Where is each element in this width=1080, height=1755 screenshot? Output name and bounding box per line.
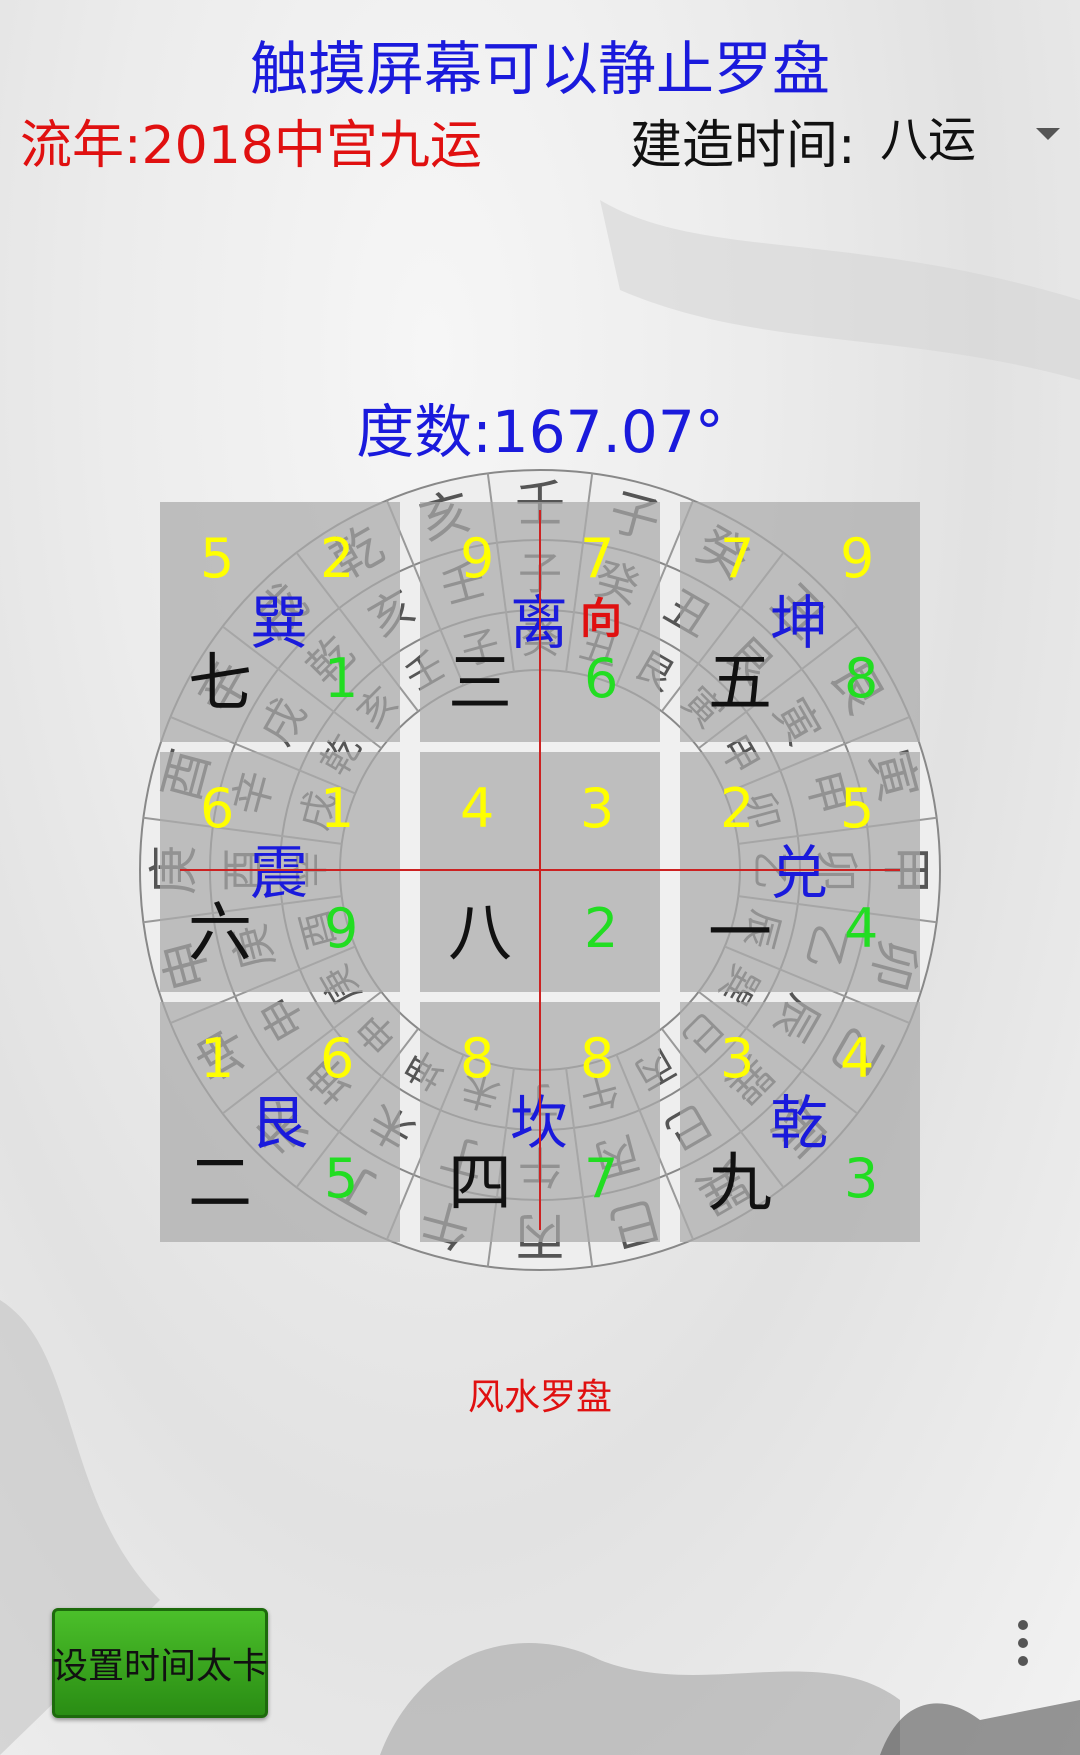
facing-star: 1 — [320, 777, 355, 840]
facing-star: 4 — [840, 1027, 875, 1090]
mountain-star: 5 — [200, 527, 235, 590]
palace-cell: 4 3 八 2 — [420, 752, 660, 992]
base-star: 五 — [708, 647, 772, 721]
annual-star: 2 — [584, 897, 619, 960]
annual-star: 8 — [844, 647, 879, 710]
trigram-name: 震 — [250, 839, 309, 907]
annual-star: 7 — [584, 1147, 619, 1210]
trigram-name: 坎 — [510, 1089, 569, 1157]
trigram-name: 艮 — [250, 1089, 309, 1157]
base-star: 九 — [708, 1147, 772, 1221]
palace-cell: 3 4乾九 3 — [680, 1002, 920, 1242]
facing-star: 6 — [320, 1027, 355, 1090]
facing-star: 9 — [840, 527, 875, 590]
set-time-button[interactable]: 设置时间太卡 — [52, 1608, 268, 1718]
facing-star: 3 — [580, 777, 615, 840]
palace-cell: 7 9坤五 8 — [680, 502, 920, 742]
base-star: 三 — [448, 647, 512, 721]
trigram-name: 离 — [510, 589, 569, 657]
app-name-label: 风水罗盘 — [467, 1377, 612, 1418]
base-star: 八 — [448, 897, 512, 971]
facing-mark: 向 — [580, 594, 623, 643]
annual-star: 5 — [324, 1147, 359, 1210]
palace-cell: 6 1震六 9 — [160, 752, 400, 992]
base-star: 六 — [188, 897, 252, 971]
base-star: 七 — [188, 647, 252, 721]
trigram-name: 乾 — [770, 1089, 829, 1157]
luopan-compass[interactable]: 丙午丁未坤申庚酉辛戌乾亥壬子癸丑艮寅甲卯乙辰巽巳 午丁未坤申庚酉辛戌乾亥壬子癸丑… — [0, 0, 1080, 1755]
mountain-star: 9 — [460, 527, 495, 590]
trigram-name: 兑 — [770, 839, 829, 907]
palace-cell: 1 6艮二 5 — [160, 1002, 400, 1242]
annual-star: 3 — [844, 1147, 879, 1210]
facing-star: 2 — [320, 527, 355, 590]
mountain-star: 1 — [200, 1027, 235, 1090]
palace-cell: 5 2巽七 1 — [160, 502, 400, 742]
trigram-name: 坤 — [770, 589, 829, 657]
mountain-star: 4 — [460, 777, 495, 840]
overflow-menu-icon[interactable] — [1008, 1620, 1038, 1666]
annual-star: 9 — [324, 897, 359, 960]
palace-cell: 9 7离向三 6 — [420, 502, 660, 742]
mountain-star: 7 — [720, 527, 755, 590]
mountain-star: 2 — [720, 777, 755, 840]
palace-cell: 8 8坎四 7 — [420, 1002, 660, 1242]
mountain-star: 3 — [720, 1027, 755, 1090]
base-star: 四 — [448, 1147, 512, 1221]
facing-star: 7 — [580, 527, 615, 590]
base-star: 二 — [188, 1147, 252, 1221]
facing-star: 5 — [840, 777, 875, 840]
mountain-star: 8 — [460, 1027, 495, 1090]
facing-star: 8 — [580, 1027, 615, 1090]
annual-star: 1 — [324, 647, 359, 710]
trigram-name: 巽 — [250, 589, 309, 657]
base-star: 一 — [708, 897, 772, 971]
annual-star: 6 — [584, 647, 619, 710]
palace-cell: 2 5兑一 4 — [680, 752, 920, 992]
annual-star: 4 — [844, 897, 879, 960]
mountain-star: 6 — [200, 777, 235, 840]
